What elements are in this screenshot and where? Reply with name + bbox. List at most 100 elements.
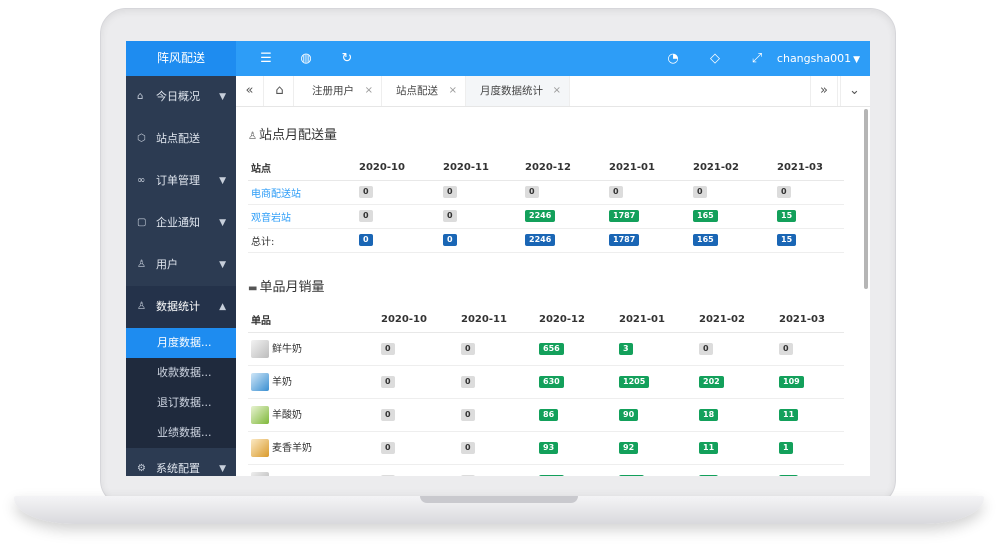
menu-fold-icon[interactable]: ☰ bbox=[254, 41, 278, 76]
sidebar-subitem-unsubscribe[interactable]: 退订数据... bbox=[126, 388, 236, 418]
station-link[interactable]: 电商配送站 bbox=[251, 189, 301, 200]
count-badge: 1205 bbox=[619, 375, 650, 388]
count-badge: 92 bbox=[619, 441, 639, 454]
table-row: 羊奶 0 0 630 1205 202 109 bbox=[248, 365, 844, 399]
product-thumbnail bbox=[251, 471, 269, 476]
username-label: changsha001 bbox=[776, 52, 852, 65]
count-badge: 0 bbox=[461, 474, 475, 476]
count-badge: 93 bbox=[539, 441, 559, 454]
brand-logo[interactable]: 阵风配送 bbox=[126, 41, 236, 76]
sidebar-item-overview[interactable]: ⌂ 今日概况 ▼ bbox=[126, 76, 236, 118]
count-badge: 0 bbox=[525, 186, 539, 198]
content-scrollbar[interactable] bbox=[864, 109, 868, 289]
total-row: 总计: 0 0 2246 1787 165 15 bbox=[248, 228, 844, 253]
count-badge: 90 bbox=[619, 408, 639, 421]
count-badge: 1 bbox=[779, 441, 793, 454]
product-thumbnail bbox=[251, 405, 269, 424]
count-badge: 11 bbox=[779, 408, 799, 421]
globe-icon[interactable]: ◍ bbox=[294, 41, 318, 76]
sidebar-subitem-performance[interactable]: 业绩数据... bbox=[126, 418, 236, 448]
table-row: 麦香羊奶 0 0 93 92 11 1 bbox=[248, 431, 844, 465]
refresh-icon[interactable]: ↻ bbox=[335, 41, 359, 76]
statistics-submenu: 月度数据... 收款数据... 退订数据... 业绩数据... bbox=[126, 328, 236, 448]
station-link[interactable]: 观音岩站 bbox=[251, 213, 291, 224]
truck-icon: ▬ bbox=[248, 283, 258, 294]
sidebar-item-orders[interactable]: ∞ 订单管理 ▼ bbox=[126, 160, 236, 202]
user-menu[interactable]: changsha001 ▼ bbox=[777, 41, 860, 76]
column-header: 站点 bbox=[248, 156, 356, 181]
count-badge: 0 bbox=[359, 186, 373, 198]
product-thumbnail bbox=[251, 339, 269, 358]
total-badge: 0 bbox=[359, 234, 373, 246]
sidebar-item-station-delivery[interactable]: ⬡ 站点配送 bbox=[126, 118, 236, 160]
count-badge: 109 bbox=[779, 375, 804, 388]
column-header: 2021-02 bbox=[690, 156, 774, 181]
sidebar-subitem-payments[interactable]: 收款数据... bbox=[126, 358, 236, 388]
fullscreen-icon[interactable]: ⤢ bbox=[745, 41, 769, 76]
app-screen: 阵风配送 ☰ ◍ ↻ ◔ ◇ ⤢ changsha001 ▼ ⌂ 今日概况 ▼ ⬡… bbox=[126, 41, 870, 476]
user-icon: ♙ bbox=[248, 131, 257, 142]
count-badge: 1787 bbox=[609, 210, 640, 222]
table-row: 电商配送站 0 0 0 0 0 0 bbox=[248, 180, 844, 205]
sidebar-item-label: 数据统计 bbox=[156, 300, 200, 313]
count-badge: 366 bbox=[619, 474, 644, 476]
station-section-title: ♙ 站点月配送量 bbox=[248, 128, 337, 143]
home-icon: ⌂ bbox=[137, 91, 144, 102]
count-badge: 0 bbox=[381, 375, 395, 388]
sidebar-item-label: 站点配送 bbox=[156, 132, 200, 145]
tag-icon[interactable]: ◇ bbox=[703, 41, 727, 76]
caret-down-icon: ▼ bbox=[853, 55, 860, 65]
sidebar-item-label: 今日概况 bbox=[156, 90, 200, 103]
sidebar-subitem-monthly[interactable]: 月度数据... bbox=[126, 328, 236, 358]
close-icon[interactable]: × bbox=[553, 76, 561, 106]
sidebar: ⌂ 今日概况 ▼ ⬡ 站点配送 ∞ 订单管理 ▼ ▢ 企业通知 ▼ ♙ 用户 ▼… bbox=[126, 76, 236, 476]
sidebar-item-label: 系统配置 bbox=[156, 462, 200, 475]
close-icon[interactable]: × bbox=[365, 76, 373, 106]
count-badge: 0 bbox=[381, 342, 395, 355]
count-badge: 0 bbox=[381, 474, 395, 476]
count-badge: 630 bbox=[539, 375, 564, 388]
count-badge: 0 bbox=[381, 408, 395, 421]
sidebar-item-notices[interactable]: ▢ 企业通知 ▼ bbox=[126, 202, 236, 244]
palette-icon[interactable]: ◔ bbox=[661, 41, 685, 76]
column-header: 2020-10 bbox=[378, 308, 458, 333]
tab-monthly-statistics[interactable]: 月度数据统计 × bbox=[466, 76, 570, 106]
top-bar: 阵风配送 ☰ ◍ ↻ ◔ ◇ ⤢ changsha001 ▼ bbox=[126, 41, 870, 76]
tab-station-delivery[interactable]: 站点配送 × bbox=[382, 76, 466, 106]
total-badge: 15 bbox=[777, 234, 797, 246]
tab-registered-users[interactable]: 注册用户 × bbox=[298, 76, 382, 106]
count-badge: 202 bbox=[699, 375, 724, 388]
close-icon[interactable]: × bbox=[449, 76, 457, 106]
total-label: 总计: bbox=[248, 228, 356, 253]
station-table: 站点 2020-10 2020-11 2020-12 2021-01 2021-… bbox=[248, 156, 844, 253]
count-badge: 0 bbox=[699, 342, 713, 355]
column-header: 2021-02 bbox=[696, 308, 776, 333]
count-badge: 18 bbox=[699, 408, 719, 421]
count-badge: 0 bbox=[461, 408, 475, 421]
count-badge: 15 bbox=[777, 210, 797, 222]
chevron-down-icon: ▼ bbox=[219, 464, 226, 474]
table-row: 鲜牛奶 0 0 656 3 0 0 bbox=[248, 332, 844, 366]
count-badge: 0 bbox=[461, 441, 475, 454]
sidebar-item-settings[interactable]: ⚙ 系统配置 ▼ bbox=[126, 448, 236, 476]
sidebar-item-users[interactable]: ♙ 用户 ▼ bbox=[126, 244, 236, 286]
tabs-scroll-right-icon[interactable]: » bbox=[810, 76, 838, 106]
column-header: 2021-01 bbox=[606, 156, 690, 181]
count-badge: 165 bbox=[693, 210, 718, 222]
total-badge: 1787 bbox=[609, 234, 640, 246]
count-badge: 0 bbox=[443, 186, 457, 198]
chevron-down-icon[interactable]: ⌄ bbox=[840, 76, 868, 106]
count-badge: 0 bbox=[693, 186, 707, 198]
count-badge: 44 bbox=[699, 474, 719, 476]
product-name: 羊酸奶 bbox=[272, 409, 302, 421]
tabs-scroll-left-icon[interactable]: « bbox=[236, 76, 264, 106]
total-badge: 2246 bbox=[525, 234, 556, 246]
chevron-down-icon: ▼ bbox=[219, 218, 226, 228]
gear-icon: ⚙ bbox=[137, 463, 146, 474]
tab-label: 注册用户 bbox=[312, 85, 354, 97]
count-badge: 2246 bbox=[525, 210, 556, 222]
column-header: 2020-12 bbox=[522, 156, 606, 181]
column-header: 2020-10 bbox=[356, 156, 440, 181]
sidebar-item-statistics[interactable]: ♙ 数据统计 ▲ bbox=[126, 286, 236, 328]
home-icon[interactable]: ⌂ bbox=[266, 76, 294, 106]
